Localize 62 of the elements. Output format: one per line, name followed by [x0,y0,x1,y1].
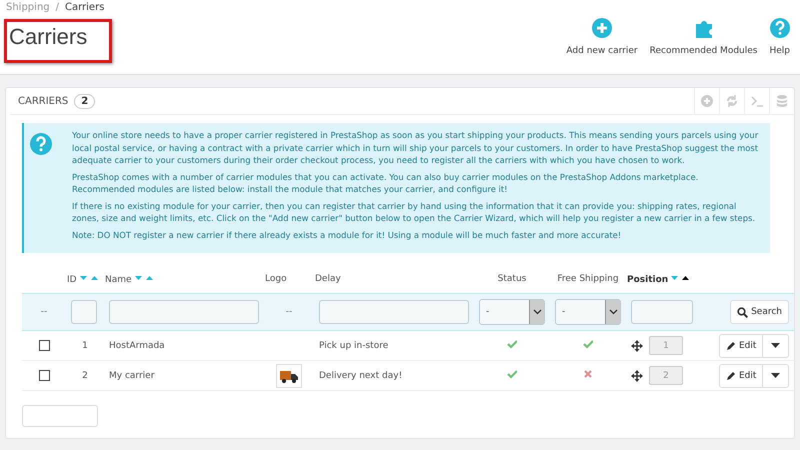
table-cell: 2 [82,370,88,380]
column-header[interactable]: Name [105,274,132,284]
caret-icon [771,373,780,378]
column-header: Status [498,274,526,284]
partial-button[interactable] [22,405,98,427]
info-paragraph: Note: DO NOT register a new carrier if there already exists a module for it! Using a module will be much faster and more accurate! [72,228,622,241]
move-arrows-icon [631,370,643,382]
empty-filter-mark: -- [286,307,292,317]
filter-select[interactable]: - [479,299,545,325]
column-header: Delay [315,274,341,284]
filter-field[interactable] [71,300,97,324]
count-badge: 2 [74,94,96,108]
breadcrumb-link[interactable]: Carriers [65,2,104,13]
move-arrows-icon [631,340,643,352]
puzzle-icon [694,18,714,38]
empty-filter-mark: -- [40,307,48,317]
table-cell: HostArmada [109,340,165,350]
filter-field[interactable] [631,300,693,324]
edit-button[interactable]: Edit [719,364,764,388]
dropdown-toggle[interactable] [763,364,790,388]
plus-circle-icon [592,18,612,38]
table-cell: 1 [82,340,88,350]
pencil-icon [726,340,736,350]
sort-arrows-icon [80,274,98,282]
truck-icon [280,368,298,382]
help-icon [30,133,52,155]
row-checkbox[interactable] [38,370,50,381]
info-paragraph: If there is no existing module for your carrier, then you can register that carrier by hand using the information that it can provide you: shipping rates, regional zones, size and weight limits, etc. Click on the "Add new carrier" button below to open the Carrier Wizard, which will help you register a new carrier in a few steps. [72,200,756,224]
toolbar-button[interactable]: Recommended Modules [650,18,758,56]
database-icon [775,94,789,108]
breadcrumb-separator: / [56,2,59,13]
filter-field[interactable] [109,300,259,324]
add-icon [700,94,714,108]
table-cell: Delivery next day! [319,370,402,380]
sort-arrows-icon [671,274,690,282]
column-header[interactable]: ID [67,274,77,284]
caret-icon [771,343,780,348]
info-paragraph: PrestaShop comes with a number of carrier modules that you can activate. You can also buy carrier modules on the PrestaShop Addons marketplace. Recommended modules are listed below: install the module that matches your carrier, and configure it! [72,170,700,196]
toolbar-button[interactable]: Help [769,18,790,56]
sort-arrows-icon [134,274,153,282]
column-header[interactable]: Position [627,274,668,284]
filter-select[interactable]: - [555,299,621,325]
panel-title: CARRIERS [18,96,68,106]
filter-field[interactable] [319,300,469,324]
edit-button[interactable]: Edit [719,334,764,358]
help-icon [770,18,790,38]
search-button[interactable]: Search [730,300,789,324]
dropdown-toggle[interactable] [763,334,790,358]
info-paragraph: Your online store needs to have a proper carrier registered in PrestaShop as soon as you start shipping your products. This means sending yours parcels using your local postal service, or having a contract with a private carrier which in turn will ship your parcels to your customers. In order to have PrestaShop suggest the most adequate carrier to your customers during their order checkout process, you need to register all the carriers with which you have chosen to work. [72,129,760,166]
table-cell: Pick up in-store [319,340,388,350]
column-header: Free Shipping [557,274,619,284]
search-icon [737,306,748,318]
page-title: Carriers [4,19,112,63]
chevron-down-icon [532,309,542,315]
chevron-down-icon [608,309,618,315]
pencil-icon [726,370,736,380]
toolbar-button[interactable]: Add new carrier [566,18,638,56]
row-checkbox[interactable] [38,340,50,351]
terminal-icon [750,94,764,108]
table-cell: My carrier [109,370,154,380]
refresh-icon [725,94,739,108]
column-header: Logo [265,274,287,284]
